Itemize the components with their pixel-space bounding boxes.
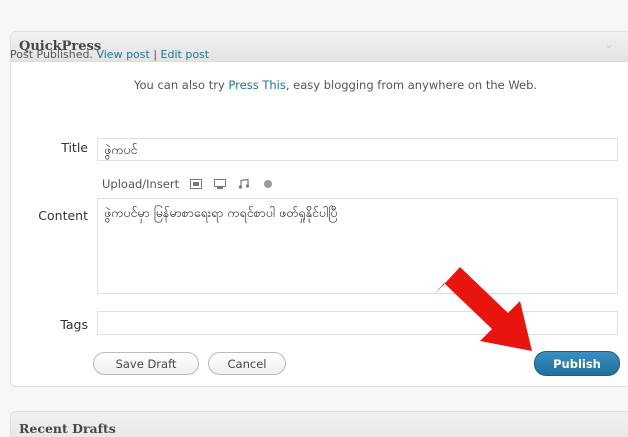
collapse-icon[interactable]: ⌄: [605, 38, 614, 51]
upload-insert-toolbar: Upload/Insert: [102, 177, 275, 191]
press-this-link[interactable]: Press This: [228, 78, 285, 92]
content-label: Content: [38, 208, 88, 223]
arrow-shape: [434, 267, 532, 351]
edit-post-link[interactable]: Edit post: [161, 48, 210, 61]
image-icon[interactable]: [189, 178, 203, 190]
view-post-link[interactable]: View post: [96, 48, 149, 61]
media-icon[interactable]: [261, 178, 275, 190]
red-arrow-icon: [434, 267, 532, 351]
post-published-notice: Post Published. View post | Edit post: [10, 48, 209, 61]
cancel-button[interactable]: Cancel: [208, 352, 286, 375]
title-label: Title: [61, 140, 88, 155]
press-this-suffix: , easy blogging from anywhere on the Web…: [285, 78, 538, 92]
recent-drafts-widget: Recent Drafts: [10, 411, 628, 437]
recent-drafts-title: Recent Drafts: [19, 421, 116, 436]
upload-insert-label: Upload/Insert: [102, 177, 180, 191]
press-this-prefix: You can also try: [134, 78, 225, 92]
title-input[interactable]: ဖွဲကပင်: [97, 138, 618, 161]
press-this-tip: You can also try Press This, easy bloggi…: [134, 78, 537, 92]
video-icon[interactable]: [213, 178, 227, 190]
notice-separator: |: [153, 48, 158, 61]
save-draft-button[interactable]: Save Draft: [93, 352, 199, 375]
notice-text: Post Published.: [10, 48, 93, 61]
audio-icon[interactable]: [237, 178, 251, 190]
dashboard: QuickPress ⌄ Post Published. View post |…: [0, 0, 628, 437]
tags-label: Tags: [60, 317, 88, 332]
